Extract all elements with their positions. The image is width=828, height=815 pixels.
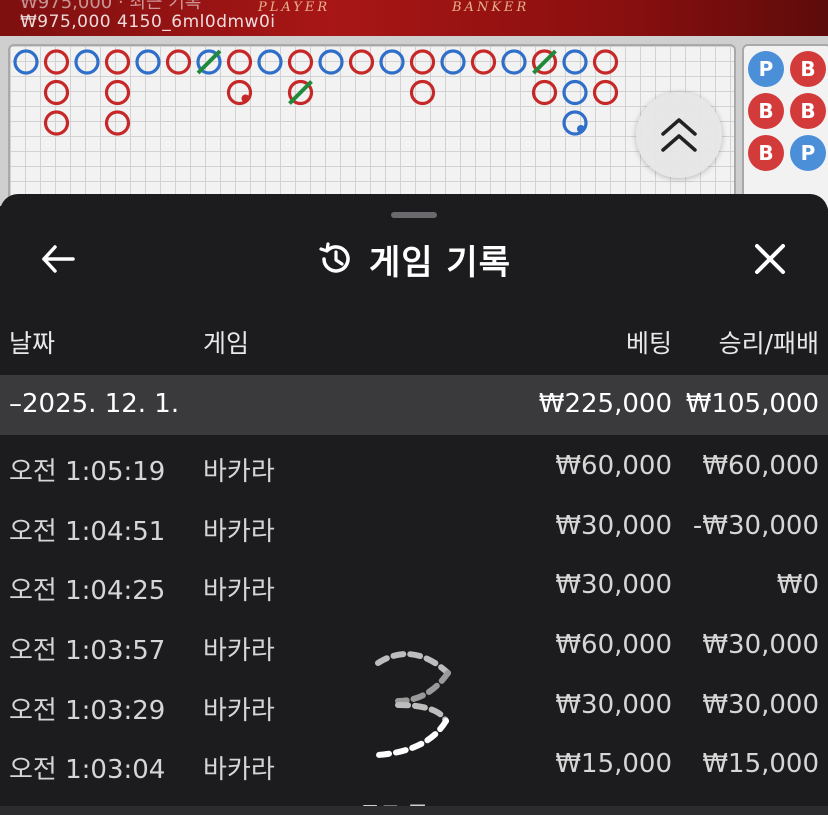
- banker-label: BANKER: [452, 0, 530, 15]
- banker-marker: [104, 110, 131, 136]
- history-icon: [319, 242, 350, 273]
- pair-dot: [241, 94, 250, 103]
- banker-marker: [531, 79, 558, 106]
- row-game: 바카라: [203, 695, 275, 726]
- big-road-markers: [13, 49, 619, 136]
- row-win-loss: ₩15,000: [702, 749, 819, 780]
- drag-handle[interactable]: [391, 212, 437, 218]
- close-button[interactable]: [745, 234, 795, 284]
- row-game: 바카라: [203, 576, 275, 607]
- double-chevron-up-icon: [661, 118, 697, 152]
- panel-title: 게임 기록: [369, 242, 511, 283]
- player-marker: [501, 49, 527, 75]
- row-game: 바카라: [203, 755, 275, 786]
- row-bet: ₩30,000: [555, 510, 672, 541]
- banker-marker: [104, 49, 131, 75]
- history-row[interactable]: 오전 1:04:51 바카라 ₩30,000 -₩30,000: [0, 501, 828, 561]
- banker-marker: [226, 49, 253, 75]
- banker-marker: [165, 49, 192, 75]
- player-marker: [135, 49, 161, 75]
- banker-marker: [43, 79, 70, 106]
- banker-marker: [287, 49, 314, 75]
- row-win-loss: ₩30,000: [702, 689, 819, 720]
- row-time: 오전 1:03:04: [9, 755, 166, 786]
- game-banner: ₩975,000 · 최근 기록 PLAYER BANKER ₩975,000 …: [0, 0, 828, 36]
- banker-marker: [104, 79, 131, 106]
- bead-plate: PBBBBP: [742, 44, 828, 209]
- row-game: 바카라: [203, 516, 275, 547]
- player-marker: [318, 49, 344, 75]
- summary-date: –2025. 12. 1.: [9, 389, 180, 419]
- bead-player: P: [790, 135, 826, 171]
- column-headers: 날짜 게임 베팅 승리/패배: [0, 324, 828, 364]
- bead-banker: B: [748, 135, 784, 171]
- player-marker: [74, 49, 100, 75]
- date-summary-row[interactable]: –2025. 12. 1. ₩225,000 ₩105,000: [0, 375, 828, 435]
- row-game: 바카라: [203, 636, 275, 667]
- player-marker: [379, 49, 405, 75]
- row-time: 오전 1:04:51: [9, 516, 166, 547]
- player-marker: [257, 49, 283, 75]
- history-row[interactable]: 오전 1:04:25 바카라 ₩30,000 ₩0: [0, 560, 828, 620]
- balance-and-table-id: ₩975,000 4150_6ml0dmw0i: [20, 12, 276, 32]
- bead-player: P: [748, 51, 784, 87]
- player-marker: [13, 49, 39, 75]
- column-game: 게임: [203, 329, 250, 358]
- banker-marker: [348, 49, 375, 75]
- banker-marker: [592, 79, 619, 106]
- history-row[interactable]: 오전 1:05:19 바카라 ₩60,000 ₩60,000: [0, 441, 828, 501]
- row-time: 오전 1:04:25: [9, 576, 166, 607]
- banker-marker: [592, 49, 619, 75]
- column-date: 날짜: [9, 329, 56, 358]
- banker-marker: [43, 110, 70, 136]
- banker-marker: [409, 49, 436, 75]
- row-time: 오전 1:05:19: [9, 457, 166, 487]
- banker-marker: [470, 49, 497, 75]
- bead-banker: B: [790, 51, 826, 87]
- column-win-loss: 승리/패배: [718, 329, 819, 358]
- bottom-bar: [0, 806, 828, 815]
- summary-bet: ₩225,000: [538, 389, 672, 419]
- banker-marker: [43, 49, 70, 75]
- game-history-panel: 게임 기록 날짜 게임 베팅 승리/패배 –2025. 12. 1. ₩225,…: [0, 194, 828, 815]
- app-root: ₩975,000 · 최근 기록 PLAYER BANKER ₩975,000 …: [0, 0, 828, 815]
- row-win-loss: ₩30,000: [702, 630, 819, 661]
- player-marker: [562, 79, 588, 106]
- bead-banker: B: [748, 93, 784, 129]
- row-bet: ₩60,000: [555, 451, 672, 481]
- close-icon: [755, 244, 785, 274]
- summary-win-loss: ₩105,000: [685, 389, 819, 419]
- row-bet: ₩60,000: [555, 630, 672, 661]
- player-marker: [562, 49, 588, 75]
- pair-dot: [577, 125, 585, 133]
- player-marker: [440, 49, 466, 75]
- row-time: 오전 1:03:57: [9, 636, 166, 667]
- panel-header: 게임 기록: [0, 238, 828, 283]
- column-bet: 베팅: [625, 329, 672, 358]
- scoreboard: PBBBBP: [0, 36, 828, 209]
- row-bet: ₩30,000: [555, 689, 672, 720]
- row-bet: ₩30,000: [555, 570, 672, 601]
- row-bet: ₩15,000: [555, 749, 672, 780]
- banker-marker: [409, 79, 436, 106]
- row-game: 바카라: [203, 457, 275, 487]
- loading-spinner-icon: [375, 651, 451, 758]
- bead-banker: B: [790, 93, 826, 129]
- row-time: 오전 1:03:29: [9, 695, 166, 726]
- scroll-up-button[interactable]: [636, 92, 722, 178]
- big-road: [8, 44, 736, 209]
- row-win-loss: ₩60,000: [702, 451, 819, 481]
- row-win-loss: -₩30,000: [692, 510, 819, 541]
- row-win-loss: ₩0: [776, 570, 819, 601]
